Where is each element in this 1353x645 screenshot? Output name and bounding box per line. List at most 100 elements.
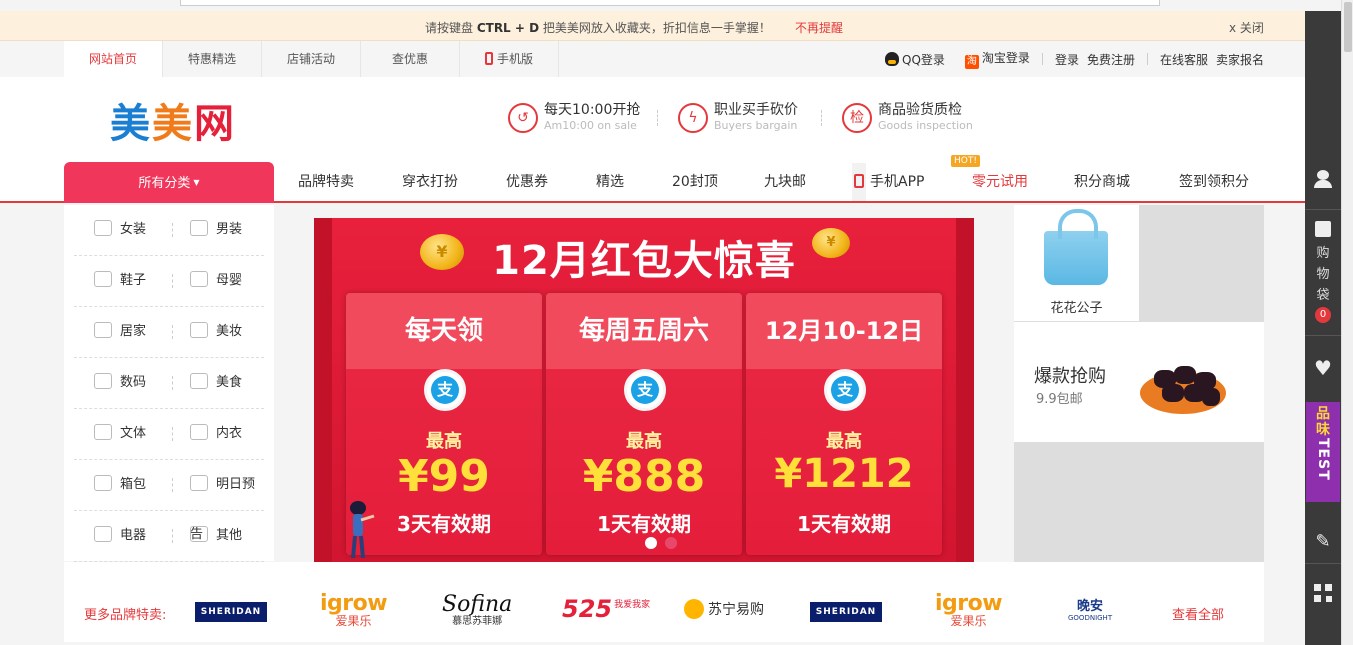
cart-button[interactable]: 购物袋: [1305, 243, 1341, 306]
brand-logo-sheridan[interactable]: SHERIDAN: [195, 602, 267, 632]
qrcode-icon[interactable]: [1314, 584, 1332, 602]
glasses-icon: [190, 526, 208, 542]
card-validity: 1天有效期: [597, 512, 691, 536]
taobao-login-link[interactable]: 淘淘宝登录: [964, 49, 1030, 69]
card-amount: ¥888: [582, 451, 706, 502]
suning-face-icon: [684, 599, 704, 619]
bottle-icon: [190, 271, 208, 287]
edit-icon[interactable]: ✎: [1305, 530, 1341, 554]
divider: [172, 376, 173, 390]
nav-20-cap[interactable]: 20封顶: [672, 163, 718, 201]
scrollbar-thumb[interactable]: [1344, 2, 1352, 52]
alipay-icon: [824, 369, 866, 411]
brand-logo-suning[interactable]: 苏宁易购: [684, 598, 764, 628]
divider: [657, 110, 658, 126]
nav-featured[interactable]: 精选: [596, 163, 624, 201]
seller-signup-link[interactable]: 卖家报名: [1216, 51, 1264, 68]
notice-dismiss-link[interactable]: 不再提醒: [795, 19, 843, 36]
category-appliances[interactable]: 电器: [94, 511, 146, 561]
shirt-icon: [190, 220, 208, 236]
category-baby[interactable]: 母婴: [190, 256, 242, 306]
nav-coupons[interactable]: 优惠券: [506, 163, 548, 201]
caret-down-icon: ▼: [193, 178, 200, 187]
nav-checkin-points[interactable]: 签到领积分: [1179, 163, 1249, 201]
notice-text: 请按键盘 CTRL + D 把美美网放入收藏夹，折扣信息一手掌握！: [425, 21, 771, 35]
user-icon[interactable]: [1305, 168, 1341, 192]
card-max-label: 最高: [426, 431, 462, 452]
nav-brand-sale[interactable]: 品牌特卖: [298, 163, 354, 201]
figure-illustration: [350, 501, 375, 559]
category-stationery[interactable]: 文体: [94, 409, 146, 459]
brand-logo-sheridan[interactable]: SHERIDAN: [810, 602, 882, 632]
qq-login-link[interactable]: QQ登录: [885, 51, 945, 68]
promo-banner[interactable]: ¥ ¥ 12月红包大惊喜 每天领 最高 ¥99 3天有效期 每周五周六 最高 ¥…: [314, 218, 974, 562]
nav-nine-yuan[interactable]: 九块邮: [764, 163, 806, 201]
divider: [172, 529, 173, 543]
heart-icon[interactable]: ♥: [1305, 356, 1341, 380]
taste-test-button[interactable]: 品味 TEST: [1306, 402, 1340, 502]
tab-mobile[interactable]: 手机版: [460, 41, 559, 77]
main-nav: 所有分类 ▼ 品牌特卖 穿衣打扮 优惠券 精选 20封顶 九块邮 手机APP HO…: [0, 155, 1305, 203]
nav-free-trial[interactable]: 零元试用: [972, 163, 1028, 201]
alipay-icon: [424, 369, 466, 411]
category-underwear[interactable]: 内衣: [190, 409, 242, 459]
bra-icon: [190, 424, 208, 440]
divider: [172, 325, 173, 339]
tab-home[interactable]: 网站首页: [64, 41, 163, 77]
brand-logo-525[interactable]: 525 我爱我家: [562, 596, 650, 626]
promise-title: 商品验货质检: [878, 102, 962, 118]
brand-logo-igrow[interactable]: igrow 爱果乐: [935, 593, 1003, 629]
login-link[interactable]: 登录: [1055, 51, 1079, 68]
cosmetics-icon: [190, 322, 208, 338]
divider: [1305, 563, 1341, 564]
hot-deal-tile[interactable]: 爆款抢购 9.9包邮: [1014, 322, 1264, 442]
category-bags[interactable]: 箱包: [94, 460, 146, 510]
carousel-dot-1[interactable]: [645, 537, 657, 549]
carousel-dot-2[interactable]: [665, 537, 677, 549]
divider: [1305, 209, 1341, 210]
card-max-label: 最高: [826, 431, 862, 452]
tab-coupons[interactable]: 查优惠: [361, 41, 460, 77]
dress-icon: [94, 220, 112, 236]
tab-store-events[interactable]: 店铺活动: [262, 41, 361, 77]
category-home[interactable]: 居家: [94, 307, 146, 357]
category-men[interactable]: 男装: [190, 205, 242, 255]
category-tomorrow[interactable]: 明日预告: [190, 460, 264, 542]
redpacket-card: 12月10-12日 最高 ¥1212 1天有效期: [746, 293, 942, 555]
shortcut-key: CTRL + D: [476, 21, 540, 35]
site-logo[interactable]: 美美网: [110, 91, 236, 149]
clock-icon: ↺: [508, 102, 538, 133]
address-field[interactable]: [180, 0, 1160, 6]
phone-icon: [854, 174, 864, 188]
camera-icon: [94, 373, 112, 389]
category-row: 文体 内衣: [74, 409, 264, 460]
category-row: 女装 男装: [74, 205, 264, 256]
category-row: 鞋子 母婴: [74, 256, 264, 307]
notice-close-button[interactable]: x 关闭: [1229, 19, 1264, 36]
category-row: 数码 美食: [74, 358, 264, 409]
all-categories-button[interactable]: 所有分类 ▼: [64, 162, 274, 203]
nav-mobile-app[interactable]: 手机APP: [854, 163, 924, 201]
carousel-dots: [645, 537, 685, 549]
category-shoes[interactable]: 鞋子: [94, 256, 146, 306]
lightning-icon: ϟ: [678, 102, 708, 133]
brand-logo-sofina[interactable]: Sofina 慕思苏菲娜: [442, 594, 512, 628]
product-tile-handbag[interactable]: 花花公子: [1014, 205, 1139, 321]
tab-specials[interactable]: 特惠精选: [163, 41, 262, 77]
register-link[interactable]: 免费注册: [1087, 51, 1135, 68]
category-food[interactable]: 美食: [190, 358, 242, 408]
category-women[interactable]: 女装: [94, 205, 146, 255]
page-scrollbar[interactable]: [1341, 0, 1353, 645]
online-service-link[interactable]: 在线客服: [1160, 51, 1208, 68]
view-all-brands-link[interactable]: 查看全部: [1172, 604, 1224, 623]
card-max-label: 最高: [626, 431, 662, 452]
brand-logo-igrow[interactable]: igrow 爱果乐: [320, 593, 388, 629]
category-digital[interactable]: 数码: [94, 358, 146, 408]
category-other[interactable]: 其他: [190, 511, 242, 561]
category-beauty[interactable]: 美妆: [190, 307, 242, 357]
brand-logo-wanan[interactable]: 晚安 GOODNIGHT: [1068, 600, 1112, 630]
divider: [1305, 335, 1341, 336]
nav-points-mall[interactable]: 积分商城: [1074, 163, 1130, 201]
shopping-bag-icon[interactable]: [1315, 221, 1331, 237]
nav-dressing[interactable]: 穿衣打扮: [402, 163, 458, 201]
